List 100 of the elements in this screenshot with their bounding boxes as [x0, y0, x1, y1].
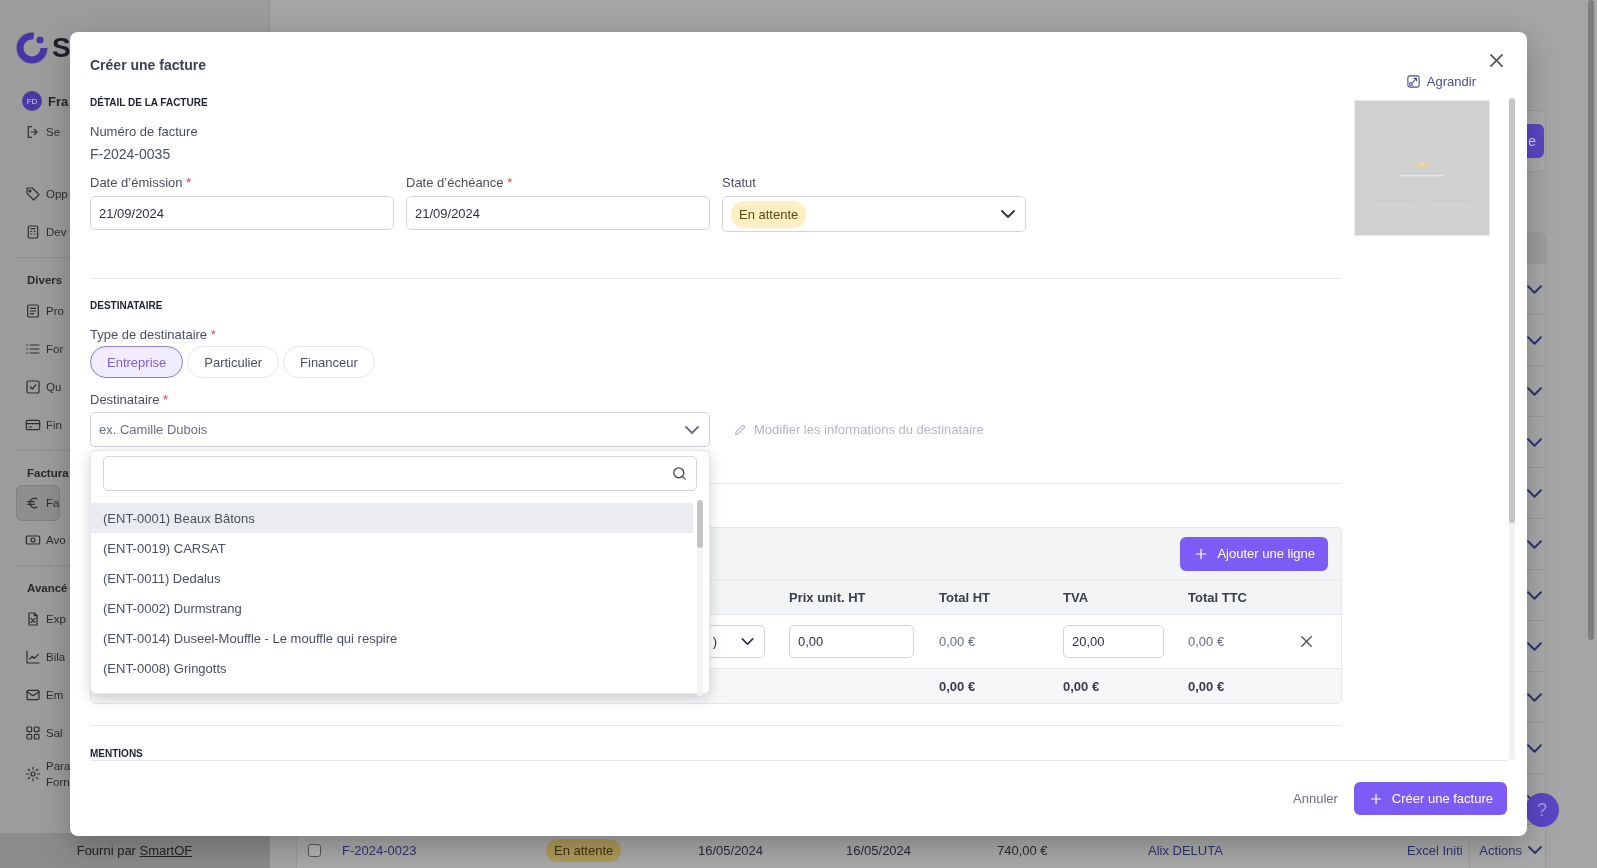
field-label: Date d’émission * — [90, 175, 193, 191]
actions-chevron-icon — [1527, 641, 1542, 651]
date-field[interactable]: 21/09/2024 — [90, 196, 394, 230]
card-icon — [25, 417, 41, 433]
sidebar-item[interactable]: Bila — [16, 638, 67, 676]
create-invoice-button[interactable]: Créer une facture — [1353, 782, 1507, 815]
sidebar-item[interactable]: Qu — [16, 368, 63, 406]
sidebar-item[interactable]: Fin — [16, 406, 63, 444]
sidebar-item[interactable]: Exp — [16, 600, 67, 638]
spreadsheet-file-icon — [25, 611, 41, 627]
field-label: Numéro de facture — [90, 124, 199, 140]
actions-menu[interactable]: Actions — [1479, 842, 1542, 858]
sidebar-item[interactable]: Sal — [16, 714, 64, 752]
section-title: Divers — [26, 273, 63, 288]
cancel-button[interactable]: Annuler — [1293, 791, 1338, 806]
total-value: 0,00 € — [939, 678, 977, 694]
sidebar-item[interactable]: Se — [16, 113, 62, 151]
total-value: 0,00 € — [1063, 678, 1101, 694]
actions-chevron-icon — [1527, 488, 1542, 498]
settings-icon — [25, 766, 41, 782]
section-title: Factura — [26, 466, 69, 481]
expand-link[interactable]: Agrandir — [1405, 70, 1476, 92]
sidebar-item[interactable]: For — [16, 330, 65, 368]
sidebar-item[interactable]: Pro — [16, 292, 65, 330]
type-option[interactable]: Financeur — [283, 346, 375, 378]
calculator-icon — [25, 224, 41, 240]
type-option[interactable]: Entreprise — [90, 346, 184, 378]
smartof-link[interactable]: SmartOF — [139, 843, 193, 858]
document-icon — [25, 303, 41, 319]
row-checkbox[interactable] — [308, 843, 321, 857]
total-value: 0,00 € — [1188, 678, 1226, 694]
sidebar-item[interactable]: Opp — [16, 175, 69, 213]
actions-chevron-icon — [1527, 386, 1542, 396]
sidebar-item[interactable]: Avo — [16, 521, 67, 559]
table-cell-text: 0,00 € — [1188, 634, 1226, 649]
status-badge: En attente — [546, 838, 622, 862]
table-cell-text: 16/05/2024 — [698, 842, 765, 858]
field-label: Destinataire * — [90, 392, 170, 408]
dropdown-option[interactable]: (ENT-0001) Beaux Bâtons — [91, 503, 693, 533]
pencil-icon — [733, 422, 748, 437]
chevron-down-icon — [685, 425, 699, 434]
section-heading: DESTINATAIRE — [90, 299, 164, 313]
actions-chevron-icon — [1527, 743, 1542, 753]
credit-text: Fourni par SmartOF — [76, 843, 193, 858]
field-label: Date d’échéance * — [406, 175, 514, 191]
sidebar-item[interactable]: Dev — [16, 213, 68, 251]
chevron-down-icon — [1001, 210, 1015, 218]
close-icon — [1490, 54, 1503, 67]
table-cell: Excel Initi — [1407, 842, 1463, 858]
field-label: Statut — [722, 175, 757, 191]
search-field[interactable] — [103, 456, 697, 491]
section-heading: DÉTAIL DE LA FACTURE — [90, 96, 209, 110]
invoice-number: F-2024-0035 — [90, 145, 172, 163]
type-option[interactable]: Particulier — [187, 346, 280, 378]
mail-icon — [25, 687, 41, 703]
actions-chevron-icon — [1527, 590, 1542, 600]
close-button[interactable] — [1490, 54, 1503, 67]
client-link[interactable]: Alix DELUTA — [1148, 842, 1407, 858]
user-avatar: FD — [22, 91, 42, 111]
column-header: TVA — [1063, 589, 1090, 605]
section-heading: MENTIONS — [90, 747, 144, 761]
table-cell-text: 740,00 € — [997, 842, 1049, 858]
column-header: Total HT — [939, 589, 992, 605]
chart-icon — [25, 649, 41, 665]
user-name: Fra — [48, 93, 69, 109]
brand-name: S — [52, 31, 71, 65]
unit-price-field[interactable]: 0,00 — [789, 625, 914, 658]
table-cell-text: 0,00 € — [939, 634, 977, 649]
field-label: Type de destinataire * — [90, 327, 217, 343]
invoice-number-link[interactable]: F-2024-0023 — [342, 842, 546, 858]
date-field[interactable]: 21/09/2024 — [406, 196, 710, 230]
banknote-icon — [25, 532, 41, 548]
close-icon — [1301, 636, 1312, 647]
dropdown-option[interactable]: (ENT-0011) Dedalus — [91, 563, 693, 593]
dialog-title: Créer une facture — [90, 57, 206, 73]
vat-field[interactable]: 20,00 — [1063, 625, 1164, 658]
dropdown-option[interactable]: (ENT-0019) CARSAT — [91, 533, 693, 563]
logo-icon — [15, 31, 49, 65]
recipient-select[interactable]: ex. Camille Dubois — [90, 412, 710, 447]
list-icon — [25, 341, 41, 357]
column-header: Total TTC — [1188, 589, 1248, 605]
status-select[interactable]: En attente — [722, 196, 1026, 232]
chevron-down-icon — [1528, 846, 1542, 854]
grid-icon — [25, 725, 41, 741]
sidebar-item[interactable]: Para Forn — [16, 752, 72, 796]
section-title: Avancé — [26, 581, 68, 596]
chevron-down-icon — [741, 638, 754, 645]
actions-chevron-icon — [1527, 437, 1542, 447]
actions-chevron-icon — [1527, 692, 1542, 702]
tag-icon — [25, 186, 41, 202]
checkbox-icon — [25, 379, 41, 395]
column-header: Prix unit. HT — [789, 589, 867, 605]
sidebar-item[interactable]: Fa — [16, 485, 61, 521]
add-line-button[interactable]: Ajouter une ligne — [1180, 536, 1328, 571]
sidebar-item[interactable]: Em — [16, 676, 65, 714]
table-cell-text: 16/05/2024 — [846, 842, 913, 858]
actions-chevron-icon — [1527, 539, 1542, 549]
status-badge: En attente — [731, 200, 807, 228]
actions-chevron-icon — [1527, 284, 1542, 294]
dropdown-option[interactable]: (ENT-0002) Durmstrang — [91, 593, 693, 623]
